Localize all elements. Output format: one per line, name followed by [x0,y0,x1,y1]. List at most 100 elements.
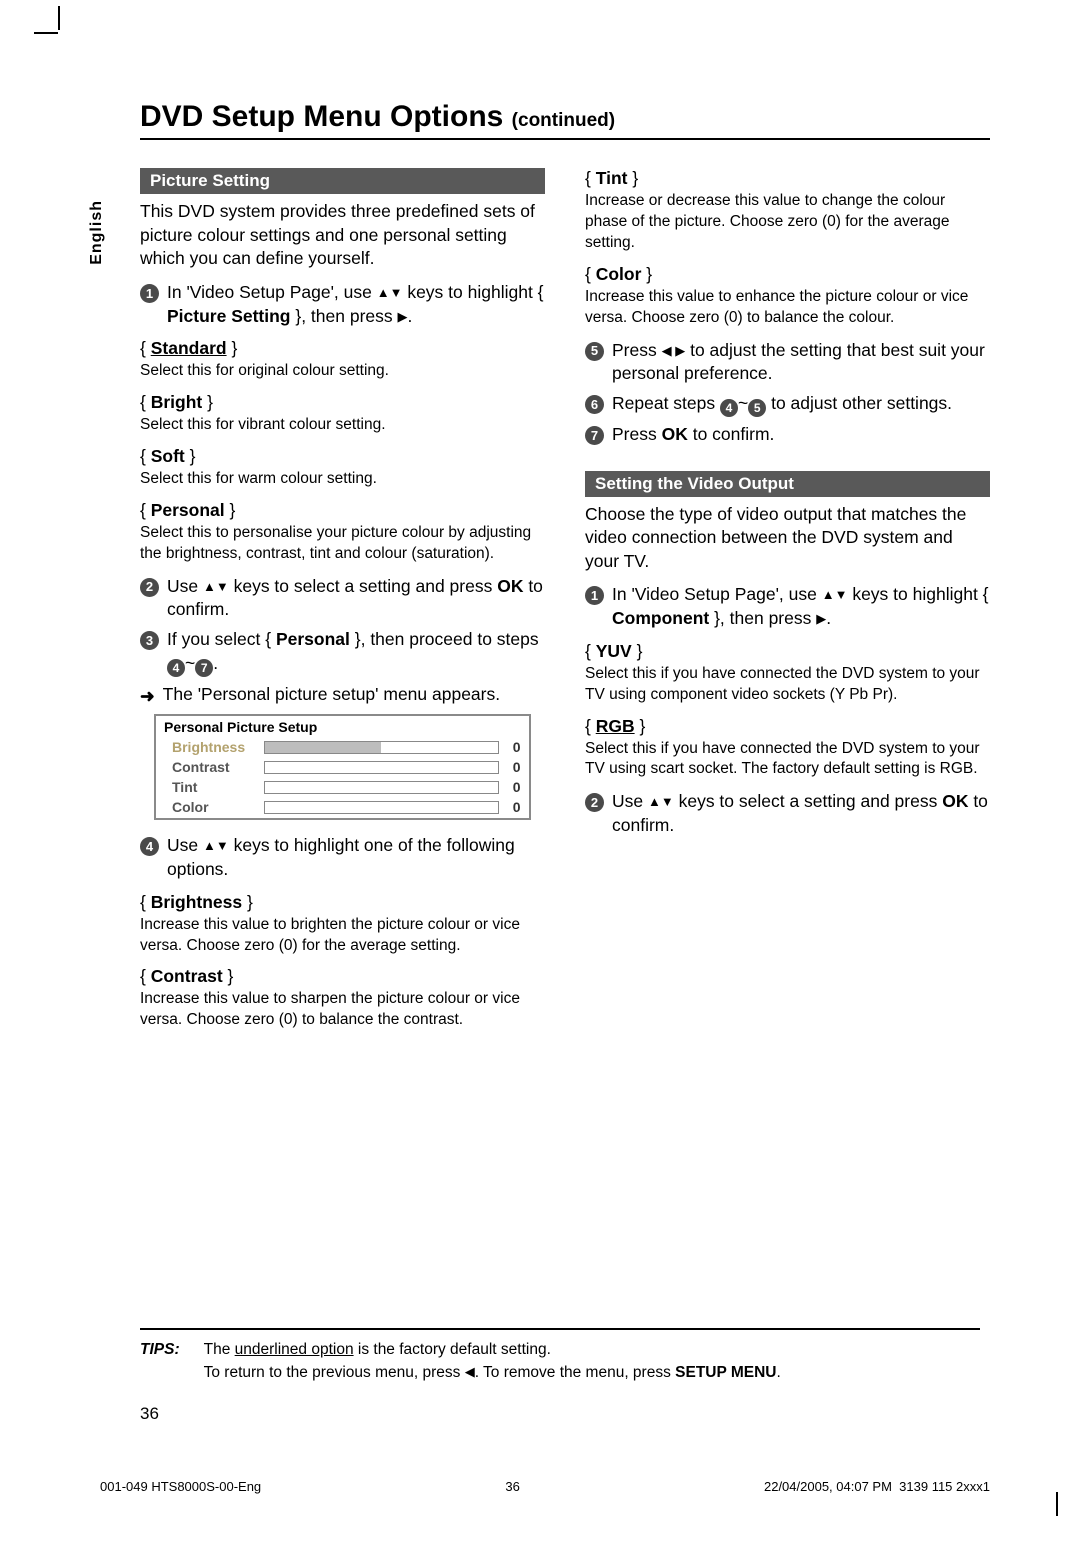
text: . To remove the menu, press [475,1364,675,1381]
step-1: 1 In 'Video Setup Page', use ▲▼ keys to … [140,281,545,328]
text-bold: OK [662,424,688,444]
text: If you select { [167,629,276,649]
pps-row-value: 0 [507,739,521,755]
step-3: 3 If you select { Personal }, then proce… [140,628,545,677]
vstep-1: 1 In 'Video Setup Page', use ▲▼ keys to … [585,583,990,630]
pps-row-value: 0 [507,799,521,815]
text: }, then press [709,608,816,628]
step-number-icon: 5 [585,342,604,361]
step-3-text: If you select { Personal }, then proceed… [167,628,545,677]
text: }, then press [291,306,398,326]
option-yuv: { YUV } [585,641,990,662]
option-tint-desc: Increase or decrease this value to chang… [585,191,990,254]
arrow-right-icon: ➜ [140,685,155,709]
text: to adjust other settings. [766,393,952,413]
left-icon: ◀ [465,1362,475,1382]
text-bold: Component [612,608,709,628]
step-4: 4 Use ▲▼ keys to highlight one of the fo… [140,834,545,881]
option-rgb-desc: Select this if you have connected the DV… [585,739,990,781]
label: YUV [596,641,632,661]
text: 22/04/2005, 04:07 PM [764,1479,892,1494]
tips-text: The underlined option is the factory def… [204,1338,781,1385]
footer-right: 22/04/2005, 04:07 PM 3139 115 2xxx1 [764,1479,990,1494]
picture-intro: This DVD system provides three predefine… [140,200,545,271]
content-columns: Picture Setting This DVD system provides… [140,168,990,1041]
label: Tint [596,168,628,188]
text: Press [612,340,662,360]
text: keys to highlight { [402,282,543,302]
crop-mark [34,32,58,34]
step-6-text: Repeat steps 4~5 to adjust other setting… [612,392,952,417]
text-underline: underlined option [235,1341,354,1358]
tips-block: TIPS: The underlined option is the facto… [140,1328,980,1385]
pps-row-name: Contrast [172,759,264,775]
language-tab: English [88,200,106,265]
text: keys to highlight { [847,584,988,604]
option-bright: { Bright } [140,392,545,413]
text-bold: OK [497,576,523,596]
result-line: ➜ The 'Personal picture setup' menu appe… [140,683,545,709]
text: keys to select a setting and press [229,576,497,596]
label: Soft [151,446,185,466]
manual-page: English DVD Setup Menu Options (continue… [0,0,1080,1544]
pps-row-name: Color [172,799,264,815]
text: In 'Video Setup Page', use [612,584,822,604]
right-icon: ▶ [398,308,408,326]
label: Color [596,264,642,284]
page-number: 36 [140,1404,159,1424]
crop-mark [58,6,60,30]
title-rule [140,138,990,140]
step-2-text: Use ▲▼ keys to select a setting and pres… [167,575,545,622]
text: . [408,306,413,326]
text-bold: Picture Setting [167,306,291,326]
text: ~ [738,393,748,413]
pps-row-name: Tint [172,779,264,795]
vstep-2-text: Use ▲▼ keys to select a setting and pres… [612,790,990,837]
pps-row-value: 0 [507,779,521,795]
text: The 'Personal picture setup' menu appear… [163,683,500,709]
title-main: DVD Setup Menu Options [140,100,503,133]
option-brightness-desc: Increase this value to brighten the pict… [140,915,545,957]
text: 3139 115 2xxx1 [899,1479,990,1494]
step-number-icon: 7 [585,426,604,445]
option-personal-desc: Select this to personalise your picture … [140,523,545,565]
option-bright-desc: Select this for vibrant colour setting. [140,415,545,436]
text: Use [167,576,203,596]
pps-row: Brightness 0 [156,738,529,758]
step-number-icon: 1 [140,284,159,303]
print-footer: 001-049 HTS8000S-00-Eng 36 22/04/2005, 0… [100,1479,990,1494]
tips-label: TIPS: [140,1338,180,1385]
step-5-text: Press ◀ ▶ to adjust the setting that bes… [612,339,990,386]
up-down-icon: ▲▼ [203,837,229,855]
step-number-icon: 2 [585,793,604,812]
option-brightness: { Brightness } [140,892,545,913]
step-number-icon: 2 [140,578,159,597]
pps-title: Personal Picture Setup [156,716,529,738]
title-continued: (continued) [512,110,615,131]
step-number-icon: 6 [585,395,604,414]
pps-row-name: Brightness [172,739,264,755]
inline-step-icon: 4 [167,659,185,677]
step-7-text: Press OK to confirm. [612,423,774,447]
left-right-icon: ◀ ▶ [662,342,686,360]
label: Bright [151,392,203,412]
right-column: { Tint } Increase or decrease this value… [585,168,990,1041]
text: is the factory default setting. [354,1341,551,1358]
option-standard-desc: Select this for original colour setting. [140,361,545,382]
pps-row: Contrast0 [156,758,529,778]
text: The [204,1341,235,1358]
text: . [213,653,218,673]
section-video-output: Setting the Video Output [585,471,990,497]
section-picture-setting: Picture Setting [140,168,545,194]
text: keys to select a setting and press [674,791,942,811]
step-5: 5 Press ◀ ▶ to adjust the setting that b… [585,339,990,386]
option-standard: { Standard } [140,338,545,359]
crop-mark [1056,1492,1058,1516]
inline-step-icon: 7 [195,659,213,677]
label: RGB [596,716,635,736]
text-bold: Personal [276,629,350,649]
option-tint: { Tint } [585,168,990,189]
option-rgb: { RGB } [585,716,990,737]
label: Standard [151,338,227,358]
text-bold: SETUP MENU [675,1364,776,1381]
